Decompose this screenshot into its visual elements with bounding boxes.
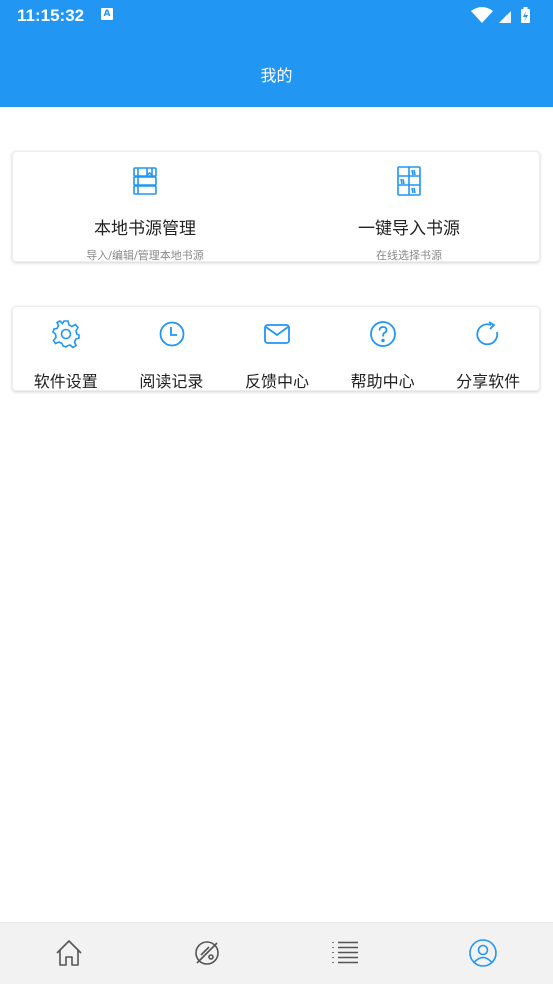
- list-icon: [332, 941, 358, 964]
- feedback-button[interactable]: 反馈中心: [224, 307, 330, 391]
- nav-explore[interactable]: [138, 923, 276, 985]
- signal-icon: [499, 11, 511, 23]
- reading-history-button[interactable]: 阅读记录: [119, 307, 225, 391]
- bookshelf-icon: [397, 166, 421, 196]
- help-icon: [369, 321, 396, 347]
- help-label: 帮助中心: [350, 372, 415, 391]
- local-source-subtitle: 导入/编辑/管理本地书源: [86, 249, 204, 262]
- battery-icon: [521, 7, 530, 23]
- nav-home[interactable]: [0, 923, 138, 985]
- mail-icon: [264, 324, 291, 344]
- help-button[interactable]: 帮助中心: [330, 307, 436, 391]
- notification-a-icon: A: [101, 8, 113, 20]
- wifi-icon: [471, 7, 493, 23]
- settings-button[interactable]: 软件设置: [13, 307, 119, 391]
- settings-label: 软件设置: [33, 372, 98, 391]
- explore-icon: [195, 941, 219, 965]
- menu-card: 软件设置 阅读记录 反馈中心 帮助中心 分享软件: [12, 306, 540, 391]
- import-source-subtitle: 在线选择书源: [376, 249, 442, 262]
- import-source-button[interactable]: 一键导入书源 在线选择书源: [277, 152, 541, 262]
- clock-icon: [159, 321, 184, 347]
- nav-profile[interactable]: [414, 923, 552, 985]
- local-source-manage-button[interactable]: 本地书源管理 导入/编辑/管理本地书源: [13, 152, 277, 262]
- bottom-navigation: [0, 922, 553, 984]
- status-icons: [471, 7, 530, 23]
- import-source-title: 一键导入书源: [358, 219, 460, 239]
- status-time: 11:15:32: [17, 6, 85, 25]
- share-label: 分享软件: [456, 372, 521, 391]
- feedback-label: 反馈中心: [244, 372, 309, 391]
- profile-icon: [469, 939, 497, 967]
- gear-icon: [52, 320, 80, 349]
- app-bar: 11:15:32 A 我的: [0, 0, 553, 107]
- page-title: 我的: [260, 66, 293, 85]
- nav-list[interactable]: [276, 923, 414, 985]
- reading-history-label: 阅读记录: [139, 372, 204, 391]
- home-icon: [56, 940, 82, 966]
- share-icon: [476, 321, 499, 346]
- share-button[interactable]: 分享软件: [435, 307, 541, 391]
- local-source-title: 本地书源管理: [94, 219, 196, 239]
- books-icon: [133, 167, 157, 195]
- book-source-card: 本地书源管理 导入/编辑/管理本地书源 一键导入书源 在线选择书源: [12, 151, 540, 262]
